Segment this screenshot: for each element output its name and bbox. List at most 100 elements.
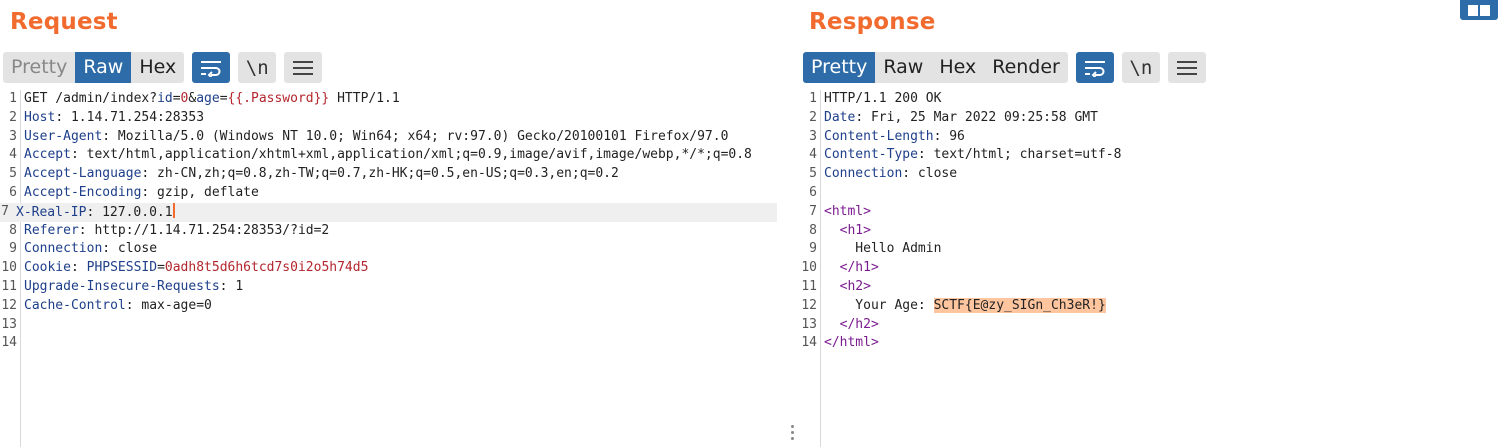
response-line[interactable]: 7 <html> [800, 203, 1500, 222]
code-token: {{.Password}} [227, 91, 330, 106]
code-token: : 127.0.0.1 [86, 204, 173, 220]
hamburger-menu-icon [293, 60, 314, 75]
pane-divider[interactable] [785, 0, 800, 447]
response-line[interactable]: 4 Content-Type: text/html; charset=utf-8 [800, 146, 1500, 165]
code-token: Hello Admin [824, 241, 942, 257]
line-number: 2 [9, 109, 17, 125]
response-toolbar: Pretty Raw Hex Render \n [803, 52, 1206, 83]
response-line[interactable]: 9 Hello Admin [800, 240, 1500, 259]
line-code: Hello Admin [824, 240, 941, 259]
request-tab-pretty[interactable]: Pretty [3, 52, 75, 83]
request-show-newlines-button[interactable]: \n [238, 52, 277, 83]
request-line[interactable]: 10 Cookie: PHPSESSID=0adh8t5d6h6tcd7s0i2o… [0, 259, 785, 278]
response-wrap-lines-button[interactable] [1075, 52, 1114, 83]
response-line[interactable]: 2 Date: Fri, 25 Mar 2022 09:25:58 GMT [800, 109, 1500, 128]
line-code: Connection: close [824, 165, 957, 184]
request-line[interactable]: 9 Connection: close [0, 240, 785, 259]
code-token: : http://1.14.71.254:28353/?id=2 [78, 222, 330, 238]
newline-icon: \n [245, 56, 269, 79]
code-token: GET /admin/index? [24, 91, 158, 106]
line-number: 7 [809, 203, 817, 219]
request-line[interactable]: 11 Upgrade-Insecure-Requests: 1 [0, 278, 785, 297]
request-wrap-lines-button[interactable] [192, 52, 231, 83]
line-number: 11 [1, 278, 17, 294]
line-code: </html> [824, 334, 879, 353]
code-token: : text/html,application/xhtml+xml,applic… [70, 147, 752, 163]
line-code: Connection: close [24, 240, 157, 259]
response-show-newlines-button[interactable]: \n [1121, 52, 1160, 83]
response-tab-pretty[interactable]: Pretty [803, 52, 876, 83]
line-code: Cookie: PHPSESSID=0adh8t5d6h6tcd7s0i2o5h… [24, 259, 368, 278]
response-tab-raw[interactable]: Raw [875, 52, 931, 83]
line-code: Content-Length: 96 [824, 128, 965, 147]
request-line[interactable]: 6 Accept-Encoding: gzip, deflate [0, 184, 785, 203]
response-line[interactable]: 14 </html> [800, 334, 1500, 353]
code-token: </h2> [839, 316, 879, 332]
response-tab-hex[interactable]: Hex [931, 52, 984, 83]
code-token: Accept-Encoding [24, 184, 142, 200]
line-code: Content-Type: text/html; charset=utf-8 [824, 146, 1121, 165]
response-line[interactable]: 5 Connection: close [800, 165, 1500, 184]
response-line[interactable]: 6 [800, 184, 1500, 203]
response-menu-button[interactable] [1167, 52, 1206, 83]
response-editor[interactable]: 1 HTTP/1.1 200 OK 2 Date: Fri, 25 Mar 2022 … [800, 90, 1500, 447]
code-token: = [157, 260, 165, 276]
code-token: : text/html; charset=utf-8 [917, 147, 1122, 163]
request-tab-raw[interactable]: Raw [75, 52, 132, 83]
line-number: 3 [9, 128, 17, 144]
line-number: 6 [9, 184, 17, 200]
code-token: </h1> [839, 260, 879, 276]
request-line[interactable]: 13 [0, 316, 785, 335]
wrap-lines-icon [201, 60, 222, 77]
request-line[interactable]: 1 GET /admin/index?id=0&age={{.Password}}… [0, 90, 785, 109]
code-token: Referer [24, 222, 79, 238]
response-title: Response [809, 9, 936, 35]
response-line[interactable]: 8 <h1> [800, 222, 1500, 241]
line-code: Accept: text/html,application/xhtml+xml,… [24, 146, 752, 165]
response-line[interactable]: 3 Content-Length: 96 [800, 128, 1500, 147]
code-token: = [219, 91, 228, 106]
request-line[interactable]: 3 User-Agent: Mozilla/5.0 (Windows NT 10.… [0, 128, 785, 147]
text-caret [172, 202, 175, 218]
response-line[interactable]: 10 </h1> [800, 259, 1500, 278]
code-token: Upgrade-Insecure-Requests [24, 278, 220, 294]
drag-handle-icon[interactable] [791, 425, 795, 445]
layout-toggle-button[interactable] [1460, 0, 1498, 20]
request-line[interactable]: 14 [0, 334, 785, 353]
code-token: HTTP/1.1 200 OK [824, 91, 942, 106]
code-token: : 1 [219, 278, 244, 294]
code-token: : 1.14.71.254:28353 [55, 109, 205, 125]
line-number: 11 [801, 278, 817, 294]
response-line[interactable]: 13 </h2> [800, 316, 1500, 335]
request-line[interactable]: 5 Accept-Language: zh-CN,zh;q=0.8,zh-TW;q… [0, 165, 785, 184]
request-editor[interactable]: 1 GET /admin/index?id=0&age={{.Password}}… [0, 90, 785, 447]
request-line[interactable]: 4 Accept: text/html,application/xhtml+xml… [0, 146, 785, 165]
request-line[interactable]: 8 Referer: http://1.14.71.254:28353/?id=2 [0, 222, 785, 241]
line-code: <h2> [824, 278, 871, 297]
line-number: 8 [809, 222, 817, 238]
code-token: : gzip, deflate [141, 184, 259, 200]
response-line[interactable]: 11 <h2> [800, 278, 1500, 297]
code-token: age [196, 91, 220, 106]
line-code: <html> [824, 203, 871, 222]
line-code: Your Age: SCTF{E@zy_SIGn_Ch3eR!} [824, 297, 1106, 316]
code-token: Content-Type [824, 147, 918, 163]
request-tab-hex[interactable]: Hex [131, 52, 184, 83]
code-token: </html> [824, 335, 879, 351]
code-token: Accept [24, 147, 71, 163]
request-line[interactable]: 2 Host: 1.14.71.254:28353 [0, 109, 785, 128]
code-token: Connection [24, 241, 103, 257]
response-line[interactable]: 12 Your Age: SCTF{E@zy_SIGn_Ch3eR!} [800, 297, 1500, 316]
code-token: X-Real-IP [16, 204, 87, 220]
request-line[interactable]: 7 X-Real-IP: 127.0.0.1 [0, 202, 777, 222]
request-menu-button[interactable] [284, 52, 323, 83]
response-tab-render[interactable]: Render [984, 52, 1068, 83]
code-token: : close [902, 166, 958, 182]
response-pane: Response Pretty Raw Hex Render \n 1 HTTP… [800, 0, 1500, 447]
response-line[interactable]: 1 HTTP/1.1 200 OK [800, 90, 1500, 109]
line-number: 6 [809, 184, 817, 200]
code-token: 0adh8t5d6h6tcd7s0i2o5h74d5 [164, 260, 369, 276]
code-token: = [172, 91, 181, 106]
request-line[interactable]: 12 Cache-Control: max-age=0 [0, 297, 785, 316]
